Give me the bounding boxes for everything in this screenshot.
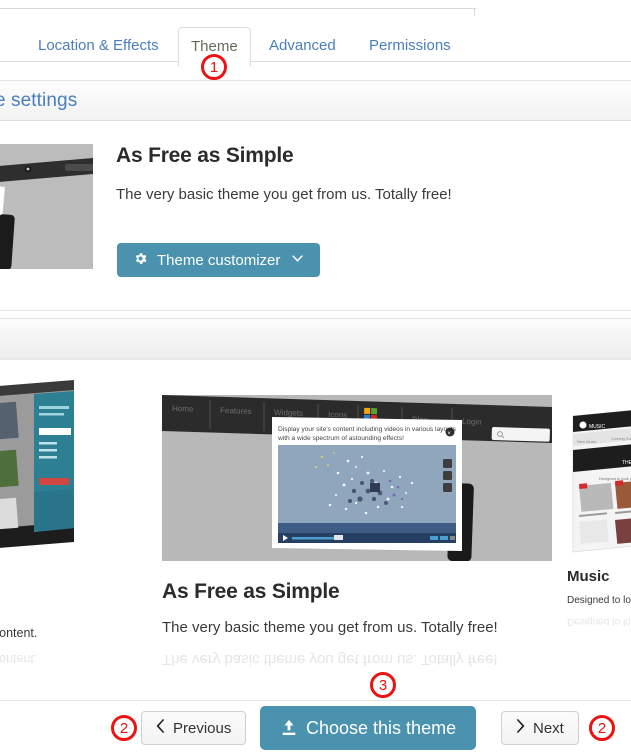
carousel-center-thumbnail: Home Features Widgets Icons Blog Login — [162, 395, 552, 561]
tab-bar: t Location & Effects Theme Advanced Perm… — [0, 17, 631, 67]
carousel-left-title: Facebook — [0, 594, 74, 614]
svg-text:with a wide spectrum of astoun: with a wide spectrum of astounding effec… — [277, 435, 404, 442]
svg-text:Designed to look perfect in an: Designed to look perfect in an any devic… — [599, 476, 631, 481]
svg-text:MUSIC: MUSIC — [589, 424, 606, 430]
tab-bar-underline — [0, 61, 631, 62]
next-button-label: Next — [533, 719, 564, 737]
carousel-slide-center[interactable]: Home Features Widgets Icons Blog Login — [162, 395, 552, 668]
annotation-marker-2-right: 2 — [589, 715, 615, 741]
next-button[interactable]: Next — [501, 711, 579, 745]
theme-settings-screen: t Location & Effects Theme Advanced Perm… — [0, 0, 631, 756]
svg-text:THE CONCERTS A-CONCERT: THE CONCERTS A-CONCERT — [622, 460, 631, 466]
carousel-right-preview-art: MUSIC NewTrendsChart New MusicComing Soo… — [567, 402, 631, 554]
page-title: Theme settings — [0, 90, 78, 111]
choose-this-theme-label: Choose this theme — [306, 717, 457, 738]
carousel-center-preview-art: Home Features Widgets Icons Blog Login — [162, 395, 552, 561]
carousel-slide-right[interactable]: MUSIC NewTrendsChart New MusicComing Soo… — [567, 402, 631, 627]
carousel-left-thumbnail — [0, 380, 74, 576]
theme-carousel: Facebook Especially for you social conte… — [0, 362, 631, 692]
carousel-right-description-reflection: Designed to look perfect. — [567, 616, 631, 627]
chevron-left-icon — [156, 719, 165, 737]
svg-text:Home: Home — [172, 404, 194, 414]
current-theme-thumbnail — [0, 144, 93, 269]
carousel-left-description-reflection: Especially for you social content. — [0, 652, 38, 666]
carousel-right-description: Designed to look perfect. — [567, 595, 631, 606]
upload-icon — [280, 719, 298, 737]
panel-top-edge-right — [474, 8, 475, 16]
theme-customizer-label: Theme customizer — [157, 251, 281, 269]
svg-text:New Music: New Music — [577, 439, 597, 444]
carousel-slide-left[interactable]: Facebook Especially for you social conte… — [0, 380, 74, 666]
current-theme-preview-art — [0, 144, 93, 269]
carousel-header-band — [0, 319, 631, 360]
choose-this-theme-button[interactable]: Choose this theme — [260, 706, 477, 750]
annotation-marker-3: 3 — [370, 672, 396, 698]
carousel-right-title: Music — [567, 568, 610, 585]
carousel-center-description-reflection: The very basic theme you get from us. To… — [162, 651, 498, 668]
current-theme-title: As Free as Simple — [116, 144, 294, 167]
svg-text:Coming Soon: Coming Soon — [611, 436, 631, 441]
carousel-left-preview-art — [0, 380, 74, 576]
current-theme-card: As Free as Simple The very basic theme y… — [0, 122, 631, 310]
carousel-center-title: As Free as Simple — [162, 580, 340, 603]
chevron-down-icon — [291, 253, 304, 267]
svg-text:Display your site's content in: Display your site's content including vi… — [278, 426, 457, 433]
svg-text:×: × — [447, 431, 451, 437]
svg-text:Features: Features — [220, 406, 252, 416]
settings-header-band: Theme settings — [0, 80, 631, 121]
carousel-center-description: The very basic theme you get from us. To… — [162, 619, 498, 636]
svg-text:Login: Login — [462, 417, 482, 427]
panel-top-edge — [0, 8, 476, 9]
divider-upper — [0, 310, 631, 311]
chevron-right-icon — [516, 719, 525, 737]
carousel-left-description: Especially for you social content. — [0, 626, 38, 640]
annotation-marker-1: 1 — [201, 54, 227, 80]
svg-text:Widgets: Widgets — [274, 408, 303, 418]
theme-customizer-button[interactable]: Theme customizer — [117, 243, 321, 277]
current-theme-description: The very basic theme you get from us. To… — [116, 186, 452, 203]
previous-button[interactable]: Previous — [141, 711, 247, 745]
previous-button-label: Previous — [173, 719, 232, 737]
carousel-right-thumbnail: MUSIC NewTrendsChart New MusicComing Soo… — [567, 402, 631, 554]
annotation-marker-2-left: 2 — [111, 715, 137, 741]
gear-icon — [133, 251, 148, 270]
